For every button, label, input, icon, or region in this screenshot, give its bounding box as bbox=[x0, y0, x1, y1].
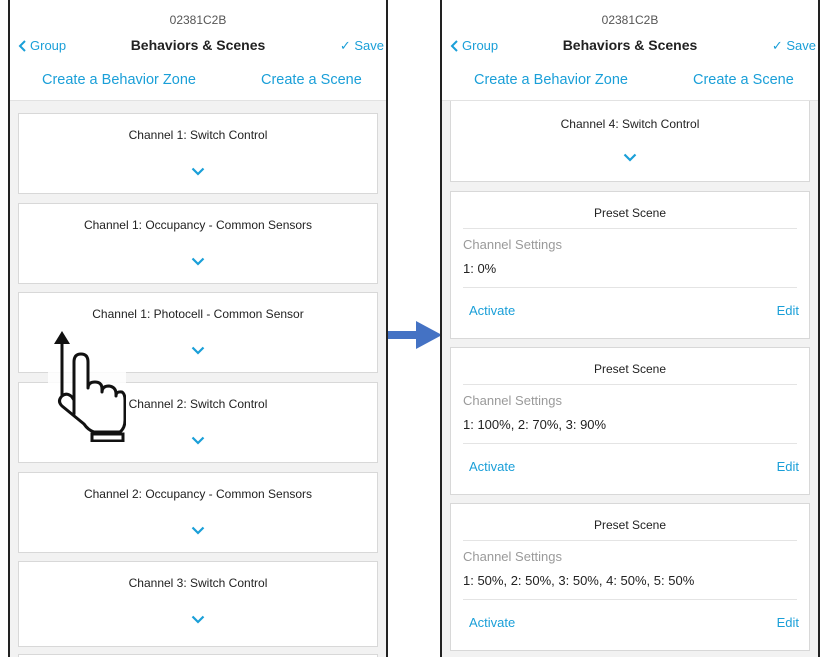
behavior-card-title: Channel 3: Switch Control bbox=[128, 576, 268, 590]
chevron-down-icon[interactable] bbox=[191, 615, 205, 624]
back-label: Group bbox=[30, 38, 67, 53]
chevron-down-icon[interactable] bbox=[191, 167, 205, 176]
chevron-down-icon[interactable] bbox=[191, 346, 205, 355]
behavior-card[interactable]: Channel 1: Switch Control bbox=[18, 113, 378, 194]
scene-card: Preset Scene Channel Settings 1: 50%, 2:… bbox=[450, 503, 810, 651]
swipe-up-hand-icon bbox=[48, 331, 126, 442]
channel-settings-label: Channel Settings bbox=[463, 549, 563, 564]
edit-button[interactable]: Edit bbox=[777, 615, 799, 630]
divider bbox=[463, 228, 797, 229]
chevron-down-icon[interactable] bbox=[623, 153, 637, 162]
behavior-card[interactable]: Channel 2: Occupancy - Common Sensors bbox=[18, 472, 378, 553]
create-behavior-zone-link[interactable]: Create a Behavior Zone bbox=[474, 72, 628, 88]
behavior-card-title: Channel 1: Photocell - Common Sensor bbox=[92, 307, 304, 321]
scene-list[interactable]: Channel 4: Switch Control Preset Scene C… bbox=[442, 101, 818, 657]
back-button[interactable]: Group bbox=[18, 38, 66, 53]
channel-settings-value: 1: 0% bbox=[463, 261, 497, 276]
edit-button[interactable]: Edit bbox=[777, 459, 799, 474]
save-button[interactable]: ✓ Save bbox=[340, 38, 384, 54]
device-id: 02381C2B bbox=[169, 13, 227, 27]
behavior-card-title: Channel 1: Occupancy - Common Sensors bbox=[83, 218, 313, 232]
activate-button[interactable]: Activate bbox=[469, 459, 515, 474]
app-header: 02381C2B Group Behaviors & Scenes ✓ Save… bbox=[442, 0, 818, 101]
chevron-down-icon[interactable] bbox=[191, 526, 205, 535]
channel-settings-label: Channel Settings bbox=[463, 237, 563, 252]
create-scene-link[interactable]: Create a Scene bbox=[693, 72, 794, 88]
scene-card: Preset Scene Channel Settings 1: 100%, 2… bbox=[450, 347, 810, 495]
back-button[interactable]: Group bbox=[450, 38, 498, 53]
channel-settings-label: Channel Settings bbox=[463, 393, 563, 408]
save-button[interactable]: ✓ Save bbox=[772, 38, 816, 54]
scene-card: Preset Scene Channel Settings 1: 0% Acti… bbox=[450, 191, 810, 339]
edit-button[interactable]: Edit bbox=[777, 303, 799, 318]
behavior-card[interactable]: Channel 4: Switch Control bbox=[450, 101, 810, 182]
back-label: Group bbox=[462, 38, 499, 53]
scene-title: Preset Scene bbox=[593, 362, 667, 376]
divider bbox=[463, 540, 797, 541]
phone-screen-after: 02381C2B Group Behaviors & Scenes ✓ Save… bbox=[440, 0, 820, 657]
page-title: Behaviors & Scenes bbox=[562, 37, 698, 53]
activate-button[interactable]: Activate bbox=[469, 303, 515, 318]
channel-settings-value: 1: 100%, 2: 70%, 3: 90% bbox=[463, 417, 607, 432]
behavior-card[interactable]: Channel 1: Occupancy - Common Sensors bbox=[18, 203, 378, 284]
behavior-card[interactable]: Channel 3: Switch Control bbox=[18, 561, 378, 647]
scene-title: Preset Scene bbox=[593, 206, 667, 220]
create-behavior-zone-link[interactable]: Create a Behavior Zone bbox=[42, 72, 196, 88]
divider bbox=[463, 443, 797, 444]
create-scene-link[interactable]: Create a Scene bbox=[261, 72, 362, 88]
divider bbox=[463, 384, 797, 385]
behavior-card-title: Channel 2: Occupancy - Common Sensors bbox=[83, 487, 313, 501]
channel-settings-value: 1: 50%, 2: 50%, 3: 50%, 4: 50%, 5: 50% bbox=[463, 573, 695, 588]
scene-title: Preset Scene bbox=[593, 518, 667, 532]
arrow-right-icon bbox=[388, 321, 442, 349]
chevron-left-icon bbox=[18, 39, 26, 52]
page-title: Behaviors & Scenes bbox=[130, 37, 266, 53]
chevron-down-icon[interactable] bbox=[191, 257, 205, 266]
behavior-card-title: Channel 4: Switch Control bbox=[560, 117, 700, 131]
divider bbox=[463, 287, 797, 288]
activate-button[interactable]: Activate bbox=[469, 615, 515, 630]
device-id: 02381C2B bbox=[601, 13, 659, 27]
divider bbox=[463, 599, 797, 600]
chevron-left-icon bbox=[450, 39, 458, 52]
behavior-card-title: Channel 1: Switch Control bbox=[128, 128, 268, 142]
chevron-down-icon[interactable] bbox=[191, 436, 205, 445]
app-header: 02381C2B Group Behaviors & Scenes ✓ Save… bbox=[10, 0, 386, 101]
phone-screen-before: 02381C2B Group Behaviors & Scenes ✓ Save… bbox=[8, 0, 388, 657]
